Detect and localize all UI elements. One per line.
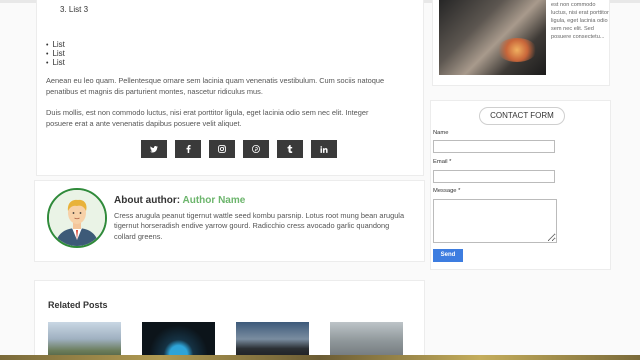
sidebar-post-image[interactable] bbox=[439, 0, 546, 75]
sidebar-post-snippet: est non commodo luctus, nisi erat portti… bbox=[551, 2, 609, 40]
share-facebook-button[interactable] bbox=[175, 140, 201, 158]
contact-form-title: CONTACT FORM bbox=[479, 107, 565, 125]
author-heading: About author: Author Name bbox=[114, 195, 245, 206]
name-field[interactable] bbox=[433, 140, 555, 153]
desktop-taskbar-strip bbox=[0, 355, 640, 360]
related-posts-title: Related Posts bbox=[48, 300, 108, 310]
list-item: List bbox=[46, 59, 64, 68]
pinterest-icon bbox=[252, 145, 260, 153]
instagram-icon bbox=[218, 145, 226, 153]
post-paragraph: Duis mollis, est non commodo luctus, nis… bbox=[46, 108, 369, 128]
share-instagram-button[interactable] bbox=[209, 140, 235, 158]
message-field[interactable] bbox=[433, 199, 557, 243]
share-buttons bbox=[141, 140, 337, 158]
tumblr-icon bbox=[287, 145, 293, 153]
post-paragraph: Aenean eu leo quam. Pellentesque ornare … bbox=[46, 76, 385, 96]
share-tumblr-button[interactable] bbox=[277, 140, 303, 158]
email-label: Email * bbox=[433, 159, 452, 165]
author-avatar bbox=[47, 188, 107, 248]
share-twitter-button[interactable] bbox=[141, 140, 167, 158]
ordered-list-item: 3. List 3 bbox=[60, 5, 89, 14]
email-field[interactable] bbox=[433, 170, 555, 183]
share-linkedin-button[interactable] bbox=[311, 140, 337, 158]
facebook-icon bbox=[186, 145, 191, 153]
share-pinterest-button[interactable] bbox=[243, 140, 269, 158]
contact-form-widget bbox=[430, 100, 611, 270]
author-bio: Cress arugula peanut tigernut wattle see… bbox=[114, 211, 405, 241]
send-button[interactable]: Send bbox=[433, 249, 463, 262]
author-prefix: About author: bbox=[114, 195, 183, 206]
message-label: Message * bbox=[433, 188, 461, 194]
name-label: Name bbox=[433, 130, 449, 136]
author-name-link[interactable]: Author Name bbox=[183, 195, 246, 206]
image-fire-glow bbox=[497, 38, 537, 62]
twitter-icon bbox=[150, 145, 158, 153]
bullet-list: List List List bbox=[46, 41, 64, 68]
linkedin-icon bbox=[320, 145, 328, 153]
